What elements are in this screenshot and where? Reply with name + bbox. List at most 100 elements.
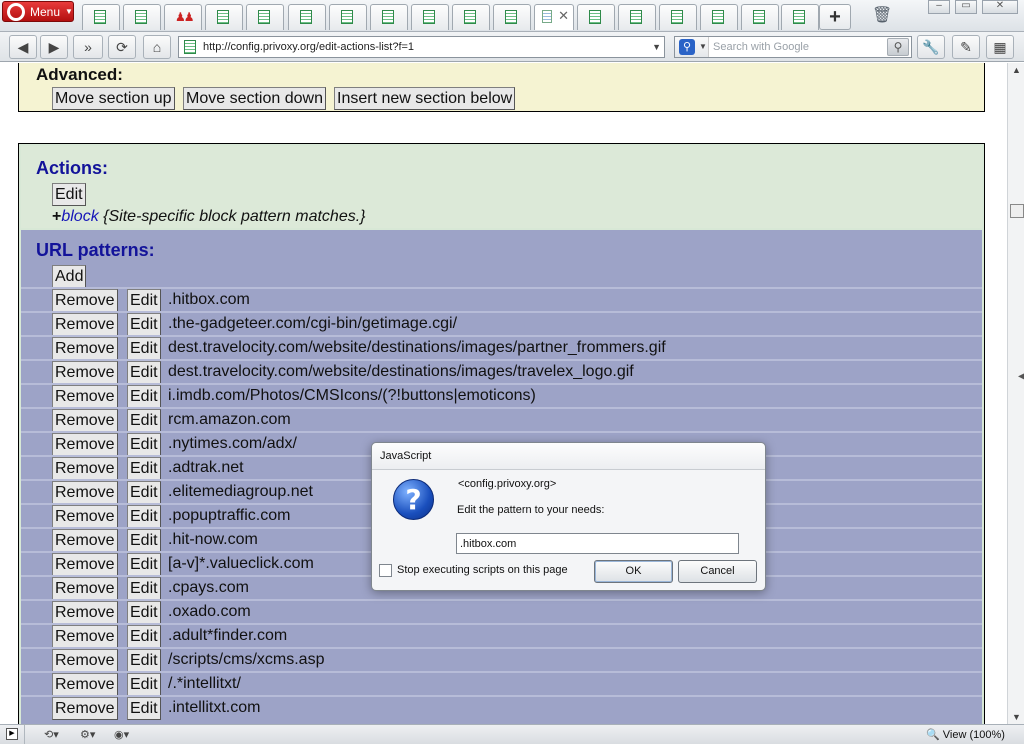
remove-pattern-button[interactable]: Remove bbox=[52, 457, 118, 480]
edit-pattern-button[interactable]: Edit bbox=[127, 577, 161, 600]
fast-forward-button[interactable]: » bbox=[73, 35, 103, 59]
new-tab-button[interactable]: + bbox=[819, 4, 851, 30]
ok-button[interactable]: OK bbox=[594, 560, 673, 583]
sync-icon[interactable]: ⟲▾ bbox=[44, 727, 59, 743]
browser-tab[interactable] bbox=[370, 4, 408, 30]
browser-tab[interactable] bbox=[329, 4, 367, 30]
reload-button[interactable]: ⟳ bbox=[108, 35, 136, 59]
forward-button[interactable]: ▶ bbox=[40, 35, 68, 59]
browser-tab[interactable] bbox=[411, 4, 449, 30]
pattern-text: .adtrak.net bbox=[168, 459, 244, 476]
stop-scripts-label[interactable]: Stop executing scripts on this page bbox=[397, 564, 568, 576]
edit-pattern-button[interactable]: Edit bbox=[127, 409, 161, 432]
browser-tab[interactable] bbox=[246, 4, 284, 30]
browser-tab[interactable] bbox=[741, 4, 779, 30]
panel-toggle-icon[interactable]: ◀ bbox=[1018, 371, 1024, 382]
cancel-button[interactable]: Cancel bbox=[678, 560, 757, 583]
browser-tab[interactable] bbox=[659, 4, 697, 30]
page-icon bbox=[184, 40, 196, 54]
table-row: Remove Edit i.imdb.com/Photos/CMSIcons/(?!… bbox=[21, 385, 982, 408]
vertical-scrollbar[interactable]: ▲ ▼ bbox=[1007, 63, 1024, 724]
scroll-down-icon[interactable]: ▼ bbox=[1012, 712, 1021, 722]
search-go-button[interactable]: ⚲ bbox=[887, 38, 909, 56]
edit-pattern-button[interactable]: Edit bbox=[127, 361, 161, 384]
move-section-down-button[interactable]: Move section down bbox=[183, 87, 326, 110]
edit-pattern-button[interactable]: Edit bbox=[127, 481, 161, 504]
action-keyword[interactable]: block bbox=[61, 208, 98, 225]
browser-tab[interactable] bbox=[288, 4, 326, 30]
browser-tab[interactable] bbox=[123, 4, 161, 30]
edit-pattern-button[interactable]: Edit bbox=[127, 289, 161, 312]
close-window-button[interactable]: ✕ bbox=[982, 0, 1018, 14]
edit-pattern-button[interactable]: Edit bbox=[127, 385, 161, 408]
opera-menu-button[interactable]: Menu ▼ bbox=[2, 1, 74, 22]
trash-icon[interactable]: 🗑 bbox=[872, 5, 892, 27]
insert-new-section-button[interactable]: Insert new section below bbox=[334, 87, 516, 110]
remove-pattern-button[interactable]: Remove bbox=[52, 697, 118, 720]
edit-pattern-button[interactable]: Edit bbox=[127, 673, 161, 696]
edit-pattern-button[interactable]: Edit bbox=[127, 337, 161, 360]
turbo-icon[interactable]: ◉▾ bbox=[114, 727, 129, 743]
remove-pattern-button[interactable]: Remove bbox=[52, 625, 118, 648]
browser-tab[interactable] bbox=[205, 4, 243, 30]
panels-icon[interactable]: ▦ bbox=[986, 35, 1014, 59]
move-section-up-button[interactable]: Move section up bbox=[52, 87, 175, 110]
browser-tab[interactable] bbox=[618, 4, 656, 30]
remove-pattern-button[interactable]: Remove bbox=[52, 289, 118, 312]
chevron-down-icon[interactable]: ▼ bbox=[652, 37, 661, 57]
unite-icon[interactable]: ⚙▾ bbox=[80, 727, 95, 743]
panel-toggle-button[interactable]: ▶ bbox=[0, 725, 25, 744]
browser-tab[interactable] bbox=[700, 4, 738, 30]
remove-pattern-button[interactable]: Remove bbox=[52, 385, 118, 408]
scroll-up-icon[interactable]: ▲ bbox=[1012, 65, 1021, 75]
browser-tab[interactable]: ♟♟ bbox=[164, 4, 202, 30]
search-field[interactable]: ⚲ ▼ Search with Google ⚲ bbox=[674, 36, 912, 58]
edit-pattern-button[interactable]: Edit bbox=[127, 505, 161, 528]
remove-pattern-button[interactable]: Remove bbox=[52, 361, 118, 384]
browser-tab[interactable] bbox=[493, 4, 531, 30]
edit-pattern-button[interactable]: Edit bbox=[127, 697, 161, 720]
search-engine-selector[interactable]: ⚲ ▼ bbox=[675, 37, 709, 57]
stop-scripts-checkbox[interactable] bbox=[379, 564, 392, 577]
scroll-thumb[interactable] bbox=[1010, 204, 1024, 218]
browser-tab[interactable] bbox=[82, 4, 120, 30]
back-button[interactable]: ◀ bbox=[9, 35, 37, 59]
remove-pattern-button[interactable]: Remove bbox=[52, 577, 118, 600]
edit-pattern-button[interactable]: Edit bbox=[127, 529, 161, 552]
remove-pattern-button[interactable]: Remove bbox=[52, 337, 118, 360]
browser-tab[interactable] bbox=[577, 4, 615, 30]
edit-site-prefs-icon[interactable]: ✎ bbox=[952, 35, 980, 59]
tools-icon[interactable]: 🔧 bbox=[917, 35, 945, 59]
edit-pattern-button[interactable]: Edit bbox=[127, 457, 161, 480]
remove-pattern-button[interactable]: Remove bbox=[52, 409, 118, 432]
page-icon bbox=[712, 10, 724, 24]
home-button[interactable]: ⌂ bbox=[143, 35, 171, 59]
edit-pattern-button[interactable]: Edit bbox=[127, 601, 161, 624]
minimize-button[interactable]: – bbox=[928, 0, 950, 14]
remove-pattern-button[interactable]: Remove bbox=[52, 673, 118, 696]
edit-pattern-button[interactable]: Edit bbox=[127, 649, 161, 672]
remove-pattern-button[interactable]: Remove bbox=[52, 313, 118, 336]
edit-pattern-button[interactable]: Edit bbox=[127, 313, 161, 336]
edit-pattern-button[interactable]: Edit bbox=[127, 625, 161, 648]
restore-button[interactable]: ▭ bbox=[955, 0, 977, 14]
remove-pattern-button[interactable]: Remove bbox=[52, 433, 118, 456]
pattern-input[interactable] bbox=[456, 533, 739, 554]
remove-pattern-button[interactable]: Remove bbox=[52, 481, 118, 504]
browser-tab[interactable]: ✕ bbox=[534, 4, 574, 30]
close-tab-icon[interactable]: ✕ bbox=[558, 8, 569, 24]
address-bar[interactable]: http://config.privoxy.org/edit-actions-l… bbox=[178, 36, 665, 58]
edit-pattern-button[interactable]: Edit bbox=[127, 433, 161, 456]
pattern-text: dest.travelocity.com/website/destination… bbox=[168, 363, 634, 380]
remove-pattern-button[interactable]: Remove bbox=[52, 553, 118, 576]
browser-tab[interactable] bbox=[781, 4, 819, 30]
remove-pattern-button[interactable]: Remove bbox=[52, 649, 118, 672]
zoom-control[interactable]: 🔍 View (100%) bbox=[926, 727, 1005, 743]
remove-pattern-button[interactable]: Remove bbox=[52, 601, 118, 624]
remove-pattern-button[interactable]: Remove bbox=[52, 529, 118, 552]
remove-pattern-button[interactable]: Remove bbox=[52, 505, 118, 528]
add-pattern-button[interactable]: Add bbox=[52, 265, 87, 288]
browser-tab[interactable] bbox=[452, 4, 490, 30]
actions-edit-button[interactable]: Edit bbox=[52, 183, 86, 206]
edit-pattern-button[interactable]: Edit bbox=[127, 553, 161, 576]
